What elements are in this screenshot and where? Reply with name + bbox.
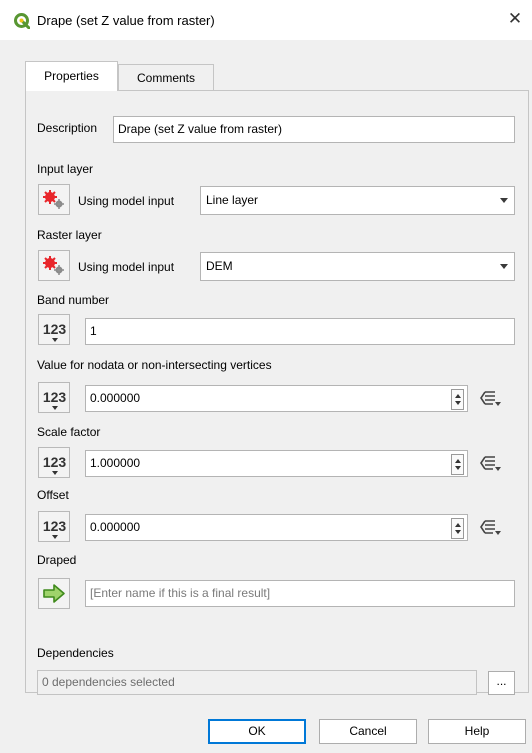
input-layer-source-label: Using model input [78,194,175,208]
band-number-input[interactable]: 1 [85,318,515,345]
dependencies-label: Dependencies [37,646,114,660]
scale-factor-label: Scale factor [37,425,101,439]
qgis-logo-icon [14,13,30,29]
spinbox-arrows-icon[interactable] [451,389,464,410]
tab-comments[interactable]: Comments [118,64,214,91]
band-number-source-button[interactable]: 123 [38,314,70,345]
cancel-button[interactable]: Cancel [319,719,417,744]
spinbox-arrows-icon[interactable] [451,454,464,475]
chevron-down-icon [52,406,58,410]
offset-value: 0.000000 [90,520,141,534]
draped-label: Draped [37,553,77,567]
offset-input[interactable]: 0.000000 [85,514,468,541]
description-label: Description [37,121,98,135]
nodata-input[interactable]: 0.000000 [85,385,468,412]
nodata-source-button[interactable]: 123 [38,382,70,413]
chevron-down-icon [500,198,508,203]
draped-output-input[interactable]: [Enter name if this is a final result] [85,580,515,607]
band-number-label: Band number [37,293,110,307]
tab-properties[interactable]: Properties [25,61,118,91]
chevron-down-icon [52,471,58,475]
input-layer-source-button[interactable] [38,184,70,215]
raster-layer-source-button[interactable] [38,250,70,281]
numeric-123-icon: 123 [42,389,67,405]
ok-button[interactable]: OK [208,719,306,744]
help-button[interactable]: Help [428,719,526,744]
chevron-down-icon [500,264,508,269]
spinbox-arrows-icon[interactable] [451,518,464,539]
numeric-123-icon: 123 [42,518,67,534]
raster-layer-value: DEM [206,259,233,273]
chevron-down-icon [52,338,58,342]
close-icon[interactable]: ✕ [505,9,525,29]
description-input[interactable]: Drape (set Z value from raster) [113,116,515,143]
data-defined-override-icon[interactable] [480,455,502,473]
chevron-down-icon [52,535,58,539]
window-title: Drape (set Z value from raster) [37,13,215,28]
raster-layer-label: Raster layer [37,228,102,242]
input-layer-label: Input layer [37,162,94,176]
numeric-123-icon: 123 [42,321,67,337]
data-defined-override-icon[interactable] [480,390,502,408]
model-input-gears-icon [43,256,64,275]
scale-factor-input[interactable]: 1.000000 [85,450,468,477]
output-arrow-icon [43,584,65,603]
nodata-value: 0.000000 [90,391,141,405]
input-layer-select[interactable]: Line layer [200,186,515,215]
model-input-gears-icon [43,190,64,209]
input-layer-value: Line layer [206,193,259,207]
offset-label: Offset [37,488,69,502]
scale-factor-source-button[interactable]: 123 [38,447,70,478]
raster-layer-source-label: Using model input [78,260,175,274]
raster-layer-select[interactable]: DEM [200,252,515,281]
dependencies-browse-button[interactable]: ... [488,671,515,695]
dependencies-field: 0 dependencies selected [37,670,477,695]
numeric-123-icon: 123 [42,454,67,470]
offset-source-button[interactable]: 123 [38,511,70,542]
scale-factor-value: 1.000000 [90,456,141,470]
draped-output-button[interactable] [38,578,70,609]
nodata-label: Value for nodata or non-intersecting ver… [37,358,272,372]
data-defined-override-icon[interactable] [480,519,502,537]
